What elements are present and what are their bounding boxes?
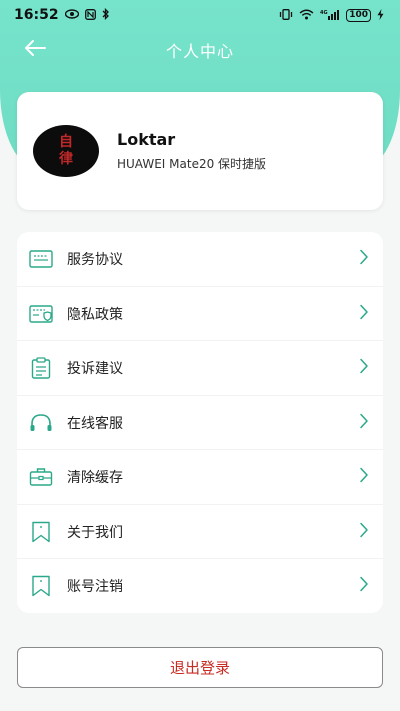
menu-item-label: 在线客服 [67, 415, 123, 432]
profile-name: Loktar [117, 130, 176, 149]
eye-icon [64, 9, 79, 21]
signal-4g-icon: 4G [320, 9, 340, 22]
menu-item-delete-account[interactable]: 账号注销 [17, 559, 383, 614]
menu-item-clear-cache[interactable]: 清除缓存 [17, 450, 383, 505]
nfc-icon [84, 8, 96, 22]
menu-item-label: 服务协议 [67, 252, 123, 269]
menu-item-online-service[interactable]: 在线客服 [17, 396, 383, 451]
chevron-right-icon [359, 304, 369, 324]
menu-item-privacy-policy[interactable]: 隐私政策 [17, 287, 383, 342]
chevron-right-icon [359, 522, 369, 542]
nav-bar: 个人中心 [0, 30, 400, 70]
menu-item-label: 关于我们 [67, 524, 123, 541]
profile-info: Loktar HUAWEI Mate20 保时捷版 [117, 130, 266, 172]
wifi-icon [299, 9, 314, 22]
menu-item-service-agreement[interactable]: 服务协议 [17, 232, 383, 287]
profile-device: HUAWEI Mate20 保时捷版 [117, 157, 267, 171]
logout-button[interactable]: 退出登录 [17, 647, 383, 688]
briefcase-icon [29, 466, 53, 488]
headset-icon [29, 412, 53, 434]
menu-item-label: 账号注销 [67, 579, 123, 596]
clipboard-icon [29, 357, 53, 379]
agreement-icon [29, 248, 53, 270]
privacy-icon [29, 303, 53, 325]
status-left: 16:52 [14, 7, 110, 23]
battery-icon: 100 [346, 8, 371, 22]
back-button[interactable] [20, 36, 50, 64]
avatar[interactable]: 自 律 [33, 125, 99, 177]
chevron-right-icon [359, 467, 369, 487]
bluetooth-icon [102, 7, 110, 22]
profile-card[interactable]: 自 律 Loktar HUAWEI Mate20 保时捷版 [17, 92, 383, 210]
bookmark-icon [29, 575, 53, 597]
chevron-right-icon [359, 358, 369, 378]
status-bar: 16:52 4G 100 [0, 0, 400, 30]
status-time: 16:52 [14, 7, 59, 23]
avatar-char-1: 自 [59, 134, 73, 150]
menu-item-label: 清除缓存 [67, 470, 123, 487]
chevron-right-icon [359, 413, 369, 433]
svg-text:4G: 4G [320, 10, 328, 16]
avatar-char-2: 律 [59, 151, 73, 167]
menu-item-about-us[interactable]: 关于我们 [17, 505, 383, 560]
page-title: 个人中心 [165, 42, 234, 61]
status-right: 4G 100 [279, 8, 384, 22]
bookmark-icon [29, 521, 53, 543]
menu-card: 服务协议 隐私政策 投诉建议 在线客服 清除缓存 关于我们 账号注销 [17, 232, 383, 613]
menu-item-label: 隐私政策 [67, 306, 123, 323]
arrow-left-icon [23, 39, 47, 61]
chevron-right-icon [359, 576, 369, 596]
vibrate-icon [279, 8, 293, 22]
menu-item-feedback[interactable]: 投诉建议 [17, 341, 383, 396]
chevron-right-icon [359, 249, 369, 269]
menu-item-label: 投诉建议 [67, 361, 123, 378]
charging-icon [377, 8, 384, 22]
